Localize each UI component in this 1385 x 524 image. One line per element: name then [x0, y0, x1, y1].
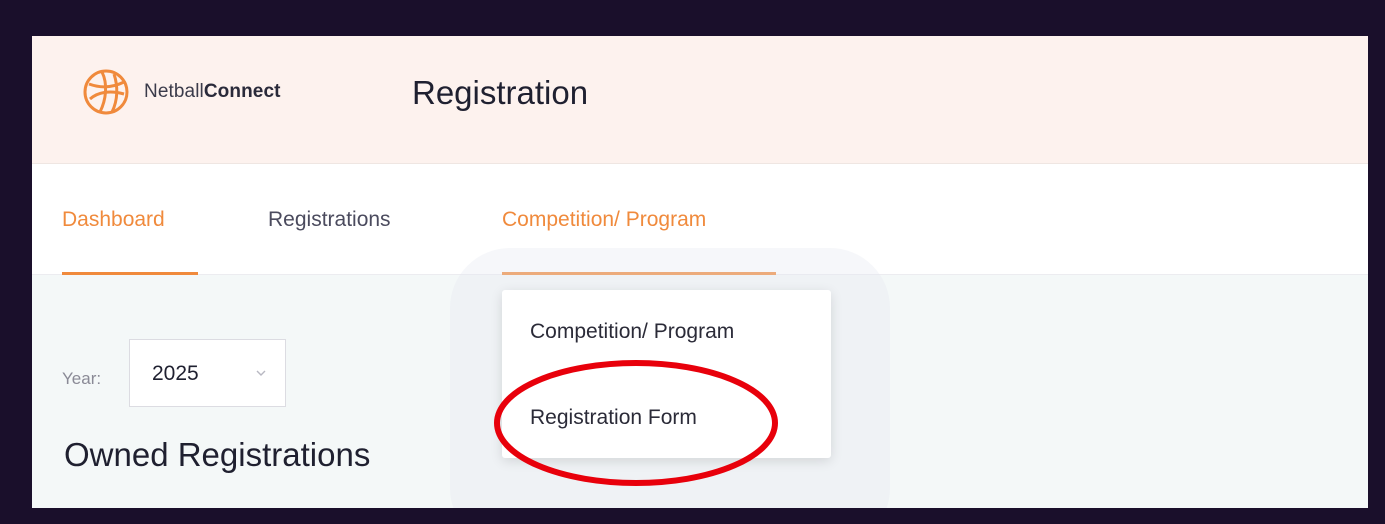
- tab-competition-program[interactable]: Competition/ Program: [502, 208, 706, 232]
- year-select[interactable]: 2025: [129, 339, 286, 407]
- year-label: Year:: [62, 369, 102, 388]
- menu-item-registration-form[interactable]: Registration Form: [530, 406, 697, 430]
- section-title: Owned Registrations: [64, 436, 371, 473]
- year-value: 2025: [152, 362, 199, 385]
- top-header: NetballConnect Registration: [32, 36, 1368, 164]
- brand-name: NetballConnect: [144, 81, 281, 102]
- menu-item-competition-program[interactable]: Competition/ Program: [530, 320, 734, 344]
- competition-dropdown-menu: Competition/ Program Registration Form: [502, 290, 831, 458]
- app-window: NetballConnect Registration Dashboard Re…: [32, 36, 1368, 508]
- tab-dashboard[interactable]: Dashboard: [62, 208, 165, 232]
- tab-dashboard-underline: [62, 272, 198, 275]
- page-title: Registration: [412, 74, 589, 111]
- brand-logo[interactable]: NetballConnect: [80, 66, 281, 118]
- chevron-down-icon: [256, 370, 266, 376]
- netball-logo-icon: [83, 69, 129, 115]
- tab-registrations[interactable]: Registrations: [268, 208, 391, 232]
